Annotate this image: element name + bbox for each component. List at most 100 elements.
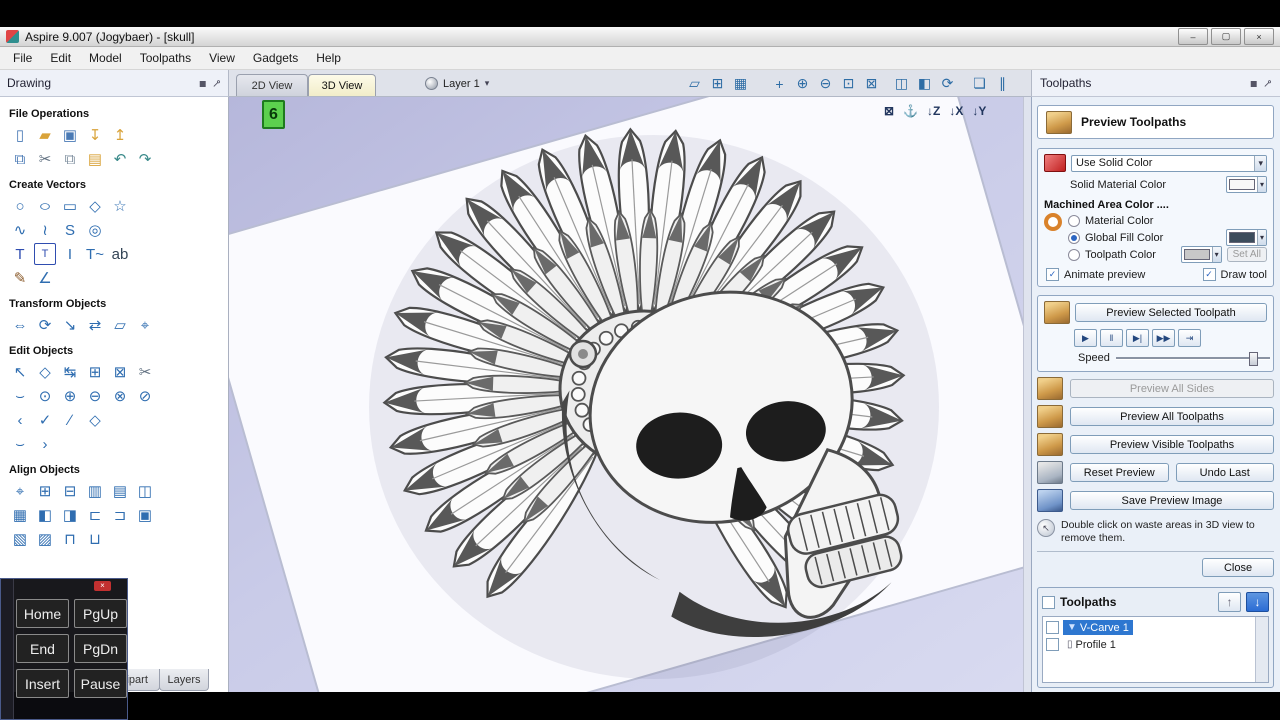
move-toolpath-down-button[interactable]: ↓: [1246, 592, 1269, 612]
align-middle-icon[interactable]: ◫: [134, 480, 156, 502]
menu-toolpaths[interactable]: Toolpaths: [131, 48, 200, 68]
save-preview-image-button[interactable]: Save Preview Image: [1070, 491, 1274, 510]
distribute-icon[interactable]: ▧: [9, 528, 31, 550]
reset-preview-button[interactable]: Reset Preview: [1070, 463, 1169, 482]
space-horizontal-icon[interactable]: ▦: [9, 504, 31, 526]
global-fill-color-radio[interactable]: [1068, 232, 1080, 244]
tab-2d-view[interactable]: 2D View: [236, 74, 308, 96]
select-icon[interactable]: ↖: [9, 361, 31, 383]
anchor-icon[interactable]: ⚓: [903, 104, 918, 118]
toolpaths-list-scrollbar[interactable]: [1255, 617, 1268, 682]
look-down-x-icon[interactable]: ↓X: [949, 104, 963, 118]
intersect-icon[interactable]: ⊗: [109, 385, 131, 407]
space-vertical-icon[interactable]: ◧: [34, 504, 56, 526]
split-view-icon[interactable]: ∥: [992, 73, 1013, 94]
solid-material-color-dropdown[interactable]: ▾: [1226, 176, 1267, 193]
align-left-icon[interactable]: ⊞: [34, 480, 56, 502]
set-all-button[interactable]: Set All: [1227, 247, 1267, 262]
center-material-icon[interactable]: ▣: [134, 504, 156, 526]
node-edit-icon[interactable]: ◇: [34, 361, 56, 383]
angle-icon[interactable]: ∕: [59, 409, 81, 431]
nesting-icon[interactable]: ⧉: [9, 148, 31, 170]
text-box-icon[interactable]: T: [34, 243, 56, 265]
align-top-icon[interactable]: ▥: [84, 480, 106, 502]
3d-view-canvas[interactable]: 6 ⊠⚓↓Z↓X↓Y: [229, 97, 1023, 692]
align-outside-icon[interactable]: ⊐: [109, 504, 131, 526]
toolpaths-list-checkbox[interactable]: ✓: [1042, 596, 1055, 609]
measure-icon[interactable]: ↹: [59, 361, 81, 383]
global-fill-color-dropdown[interactable]: ▾: [1226, 229, 1267, 246]
cut-icon[interactable]: ✂: [34, 148, 56, 170]
toolpath-list-item[interactable]: ✓ ▯ Profile 1: [1046, 636, 1254, 653]
toggle-grid-icon[interactable]: ▦: [730, 73, 751, 94]
snap-icon[interactable]: ⊞: [84, 361, 106, 383]
zoom-out-icon[interactable]: ⊖: [815, 73, 836, 94]
zoom-in-icon[interactable]: ⊕: [792, 73, 813, 94]
toolpath-item-profile[interactable]: ▯ Profile 1: [1063, 637, 1120, 652]
draw-polygon-icon[interactable]: ◇: [84, 195, 106, 217]
menu-model[interactable]: Model: [80, 48, 131, 68]
preview-all-sides-button[interactable]: Preview All Sides: [1070, 379, 1274, 398]
fillet-icon[interactable]: ⌣: [9, 385, 31, 407]
look-down-z-icon[interactable]: ↓Z: [927, 104, 940, 118]
create-text-icon[interactable]: T: [9, 243, 31, 265]
import-file-icon[interactable]: ↧: [84, 124, 106, 146]
3d-preview-carving[interactable]: [229, 97, 1023, 692]
draw-curve-icon[interactable]: ∿: [9, 219, 31, 241]
draw-polyline-icon[interactable]: ≀: [34, 219, 56, 241]
group-icon[interactable]: ⊓: [59, 528, 81, 550]
panel-menu-icon[interactable]: ◆: [195, 75, 210, 90]
run-fast-button[interactable]: ▶▶: [1152, 329, 1175, 347]
pan-view-icon[interactable]: +: [769, 73, 790, 94]
preview-all-toolpaths-button[interactable]: Preview All Toolpaths: [1070, 407, 1274, 426]
zoom-box-icon[interactable]: ⊡: [838, 73, 859, 94]
snap-geometry-icon[interactable]: ▱: [684, 73, 705, 94]
move-toolpath-up-button[interactable]: ↑: [1218, 592, 1241, 612]
minimize-button[interactable]: –: [1178, 28, 1208, 45]
speed-slider-thumb[interactable]: [1249, 352, 1258, 366]
tile-windows-icon[interactable]: ❏: [969, 73, 990, 94]
mirror-icon[interactable]: ⇄: [84, 314, 106, 336]
stack-icon[interactable]: ▨: [34, 528, 56, 550]
zoom-extents-icon[interactable]: ⊠: [861, 73, 882, 94]
erase-icon[interactable]: ✂: [134, 361, 156, 383]
menu-gadgets[interactable]: Gadgets: [244, 48, 307, 68]
undo-last-button[interactable]: Undo Last: [1176, 463, 1275, 482]
preview-visible-toolpaths-button[interactable]: Preview Visible Toolpaths: [1070, 435, 1274, 454]
toolpath-visibility-checkbox[interactable]: ✓: [1046, 621, 1059, 634]
layer-selector[interactable]: Layer 1 ▾: [419, 74, 495, 93]
weld-icon[interactable]: ⊕: [59, 385, 81, 407]
rotate-view-icon[interactable]: ⟳: [937, 73, 958, 94]
align-center-icon[interactable]: ⌖: [9, 480, 31, 502]
close-button[interactable]: Close: [1202, 558, 1274, 577]
text-select-icon[interactable]: I: [59, 243, 81, 265]
export-file-icon[interactable]: ↥: [109, 124, 131, 146]
draw-spiral-icon[interactable]: ◎: [84, 219, 106, 241]
align-inside-icon[interactable]: ⊏: [84, 504, 106, 526]
draw-circle-icon[interactable]: ○: [9, 195, 31, 217]
align-right-icon[interactable]: ⊟: [59, 480, 81, 502]
draw-marker-icon[interactable]: ✎: [9, 267, 31, 289]
subtract-icon[interactable]: ⊖: [84, 385, 106, 407]
align-bottom-icon[interactable]: ▤: [109, 480, 131, 502]
animate-preview-checkbox[interactable]: ✓: [1046, 268, 1059, 281]
align-selection-icon[interactable]: ⌖: [134, 314, 156, 336]
material-color-radio[interactable]: [1068, 215, 1080, 227]
fill-mode-dropdown[interactable]: Use Solid Color ▾: [1071, 155, 1267, 172]
wireframe-view-icon[interactable]: ◫: [891, 73, 912, 94]
toolpath-visibility-checkbox[interactable]: ✓: [1046, 638, 1059, 651]
toolpath-list-item[interactable]: ✓ ▼ V-Carve 1: [1046, 619, 1254, 636]
step-button[interactable]: ▶|: [1126, 329, 1149, 347]
run-to-end-button[interactable]: ⇥: [1178, 329, 1201, 347]
convert-text-icon[interactable]: ab: [109, 243, 131, 265]
pause-button[interactable]: ‖: [1100, 329, 1123, 347]
text-on-curve-icon[interactable]: T~: [84, 243, 106, 265]
draw-ellipse-icon[interactable]: ○: [29, 195, 61, 217]
close-button[interactable]: ×: [1244, 28, 1274, 45]
snap-grid-icon[interactable]: ⊞: [707, 73, 728, 94]
preview-selected-toolpath-button[interactable]: Preview Selected Toolpath: [1075, 303, 1267, 322]
speed-slider[interactable]: [1116, 351, 1270, 365]
shaded-view-icon[interactable]: ◧: [914, 73, 935, 94]
pin-icon[interactable]: ⊸: [209, 75, 225, 91]
fit-curves-icon[interactable]: ✓: [34, 409, 56, 431]
